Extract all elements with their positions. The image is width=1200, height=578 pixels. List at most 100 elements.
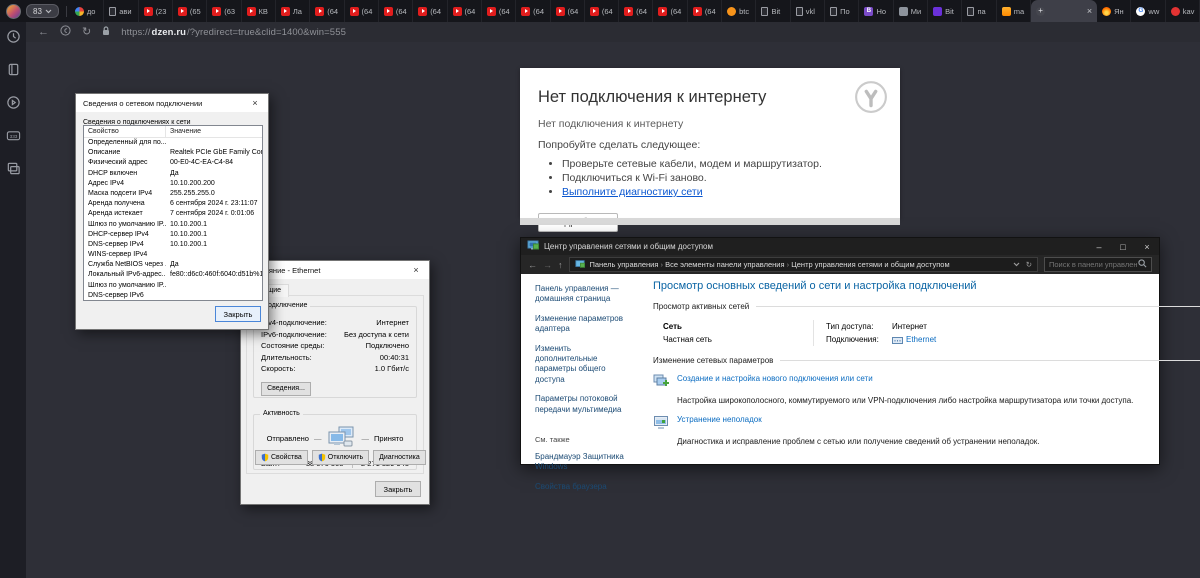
- property-row[interactable]: Адрес IPv4 10.10.200.200: [84, 179, 262, 189]
- property-row[interactable]: Локальный IPv6-адрес... fe80::d6c0:460f:6…: [84, 270, 262, 280]
- task-pane-link[interactable]: Изменение параметров адаптера: [535, 314, 631, 335]
- task-pane-link[interactable]: Брандмауэр Защитника Windows: [535, 452, 631, 473]
- back-icon[interactable]: ←: [528, 260, 537, 270]
- browser-tab[interactable]: B Но: [859, 0, 894, 22]
- search-input[interactable]: [1049, 260, 1138, 269]
- browser-tab[interactable]: Ла: [276, 0, 311, 22]
- property-row[interactable]: DNS-сервер IPv6: [84, 291, 262, 300]
- tab-close-icon[interactable]: ×: [1087, 6, 1094, 16]
- troubleshoot-link[interactable]: Устранение неполадок: [677, 415, 762, 424]
- browser-tab[interactable]: Bit: [928, 0, 963, 22]
- task-pane-link[interactable]: Свойства браузера: [535, 482, 631, 492]
- browser-tab-active[interactable]: + ×: [1031, 0, 1098, 22]
- browser-tab[interactable]: КВ: [242, 0, 276, 22]
- bookmarks-icon[interactable]: [6, 62, 21, 77]
- badge-333-icon[interactable]: 333: [6, 128, 21, 143]
- property-row[interactable]: Маска подсети IPv4 255.255.255.0: [84, 189, 262, 199]
- breadcrumb-segment[interactable]: Центр управления сетями и общим доступом: [791, 260, 949, 269]
- history-icon[interactable]: [6, 29, 21, 44]
- property-row[interactable]: Шлюз по умолчанию IP...: [84, 281, 262, 291]
- access-type-label: Тип доступа:: [826, 322, 874, 331]
- minimize-button[interactable]: –: [1087, 238, 1111, 255]
- browser-tab[interactable]: (63: [207, 0, 242, 22]
- browser-tab[interactable]: (64: [653, 0, 688, 22]
- property-row[interactable]: WINS-сервер IPv4: [84, 250, 262, 260]
- property-row[interactable]: DNS-сервер IPv4 10.10.200.1: [84, 240, 262, 250]
- task-pane-link[interactable]: Изменить дополнительные параметры общего…: [535, 344, 631, 386]
- browser-tab[interactable]: (64: [516, 0, 551, 22]
- lock-icon[interactable]: [102, 25, 110, 39]
- browser-tab[interactable]: (23: [139, 0, 173, 22]
- property-value: [166, 291, 262, 300]
- new-connection-link[interactable]: Создание и настройка нового подключения …: [677, 374, 873, 383]
- properties-list[interactable]: Свойство Значение Определенный для по...…: [83, 125, 263, 301]
- tab-groups-icon[interactable]: [6, 161, 21, 176]
- maximize-button[interactable]: □: [1111, 238, 1135, 255]
- отключить-button[interactable]: Отключить: [311, 450, 370, 465]
- browser-tab[interactable]: (64: [379, 0, 414, 22]
- browser-tab[interactable]: vkl: [791, 0, 826, 22]
- close-button[interactable]: Закрыть: [215, 306, 261, 322]
- breadcrumb-segment[interactable]: Все элементы панели управления: [665, 260, 784, 269]
- property-row[interactable]: Определенный для по...: [84, 138, 262, 148]
- browser-tab[interactable]: (64: [585, 0, 620, 22]
- browser-tab[interactable]: (64: [345, 0, 379, 22]
- profile-avatar[interactable]: [6, 3, 21, 19]
- property-row[interactable]: Аренда получена 6 сентября 2024 г. 23:11:…: [84, 199, 262, 209]
- property-row[interactable]: Шлюз по умолчанию IP... 10.10.200.1: [84, 220, 262, 230]
- up-icon[interactable]: ↑: [558, 260, 563, 270]
- site-badge-icon[interactable]: [60, 25, 71, 39]
- browser-tab[interactable]: kav: [1166, 0, 1200, 22]
- browser-tab[interactable]: (64: [551, 0, 585, 22]
- search-box[interactable]: [1044, 257, 1152, 272]
- chevron-down-icon[interactable]: [1013, 262, 1020, 267]
- url-field[interactable]: https://dzen.ru/?yredirect=true&clid=140…: [121, 27, 346, 38]
- browser-tab[interactable]: (64: [448, 0, 482, 22]
- player-icon[interactable]: [6, 95, 21, 110]
- browser-tab[interactable]: По: [825, 0, 860, 22]
- close-icon[interactable]: ×: [242, 94, 268, 112]
- browser-tab[interactable]: (65: [173, 0, 208, 22]
- property-row[interactable]: DHCP включен Да: [84, 169, 262, 179]
- forward-icon[interactable]: →: [543, 260, 552, 270]
- ethernet-link[interactable]: Ethernet: [892, 333, 936, 346]
- свойства-button[interactable]: Свойства: [255, 450, 308, 465]
- browser-tab[interactable]: Bit: [756, 0, 791, 22]
- диагностика-button[interactable]: Диагностика: [373, 450, 426, 465]
- back-icon[interactable]: ←: [38, 26, 49, 38]
- browser-tab[interactable]: (64: [482, 0, 517, 22]
- task-pane-link[interactable]: Параметры потоковой передачи мультимедиа: [535, 394, 631, 415]
- property-row[interactable]: Описание Realtek PCIe GbE Family Controll…: [84, 148, 262, 158]
- troubleshoot-icon: [653, 415, 669, 434]
- property-row[interactable]: Аренда истекает 7 сентября 2024 г. 0:01:0…: [84, 209, 262, 219]
- browser-tab[interactable]: ma: [997, 0, 1032, 22]
- browser-tab[interactable]: (64: [310, 0, 345, 22]
- breadcrumb[interactable]: Панель управления › Все элементы панели …: [568, 257, 1038, 272]
- browser-tab[interactable]: (64: [619, 0, 654, 22]
- refresh-icon[interactable]: ↻: [82, 26, 91, 38]
- breadcrumb-segment[interactable]: Панель управления: [590, 260, 659, 269]
- details-button[interactable]: Сведения...: [261, 381, 311, 396]
- window-title: Центр управления сетями и общим доступом: [544, 242, 713, 251]
- browser-tab[interactable]: btc: [722, 0, 757, 22]
- tab-counter-button[interactable]: 83: [26, 4, 59, 18]
- browser-tab[interactable]: Ян: [1097, 0, 1132, 22]
- close-icon[interactable]: ×: [403, 261, 429, 279]
- browser-tab[interactable]: Gww: [1131, 0, 1166, 22]
- close-button[interactable]: Закрыть: [375, 481, 421, 497]
- property-row[interactable]: Физический адрес 00-E0-4C-EA-C4-84: [84, 158, 262, 168]
- close-button[interactable]: ×: [1135, 238, 1159, 255]
- refresh-icon[interactable]: ↻: [1026, 260, 1032, 269]
- browser-tab[interactable]: Ми: [894, 0, 929, 22]
- browser-tab[interactable]: ави: [104, 0, 139, 22]
- run-diagnostics-link[interactable]: Выполните диагностику сети: [562, 186, 900, 198]
- browser-tab[interactable]: (64: [688, 0, 723, 22]
- browser-tab[interactable]: па: [962, 0, 997, 22]
- browser-tab[interactable]: (64: [413, 0, 448, 22]
- browser-tab[interactable]: до: [70, 0, 105, 22]
- task-pane-link[interactable]: Панель управления — домашняя страница: [535, 284, 631, 305]
- control-panel-icon: [527, 238, 539, 256]
- property-row[interactable]: DHCP-сервер IPv4 10.10.200.1: [84, 230, 262, 240]
- notion-favicon-icon: B: [864, 6, 874, 16]
- property-row[interactable]: Служба NetBIOS через ... Да: [84, 260, 262, 270]
